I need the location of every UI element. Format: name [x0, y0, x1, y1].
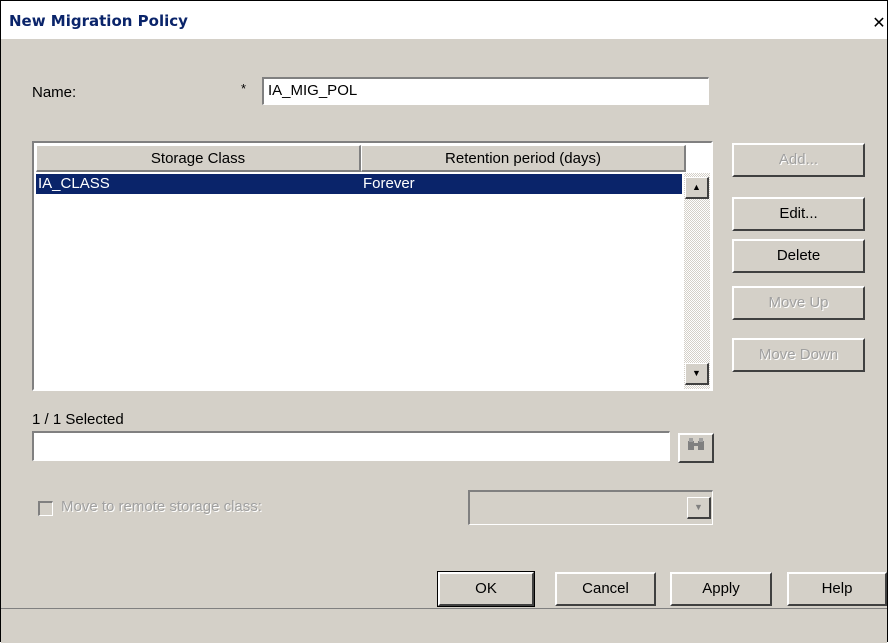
move-up-button[interactable]: Move Up	[732, 286, 865, 320]
remote-storage-checkbox[interactable]	[38, 501, 53, 516]
find-button[interactable]	[678, 433, 714, 463]
binoculars-icon	[687, 438, 705, 455]
column-header-retention[interactable]: Retention period (days)	[361, 145, 686, 172]
arrow-down-icon: ▼	[692, 368, 701, 378]
move-down-button[interactable]: Move Down	[732, 338, 865, 372]
close-icon[interactable]: ✕	[869, 14, 889, 32]
required-marker: *	[241, 81, 247, 96]
scroll-down-button[interactable]: ▼	[685, 363, 709, 385]
title-bar[interactable]: New Migration Policy ✕	[1, 1, 887, 40]
arrow-up-icon: ▲	[692, 182, 701, 192]
delete-button[interactable]: Delete	[732, 239, 865, 273]
remote-storage-label: Move to remote storage class:	[61, 498, 262, 515]
filter-input[interactable]	[32, 431, 670, 461]
combo-dropdown-button[interactable]: ▼	[687, 497, 711, 519]
status-bar	[1, 608, 887, 643]
storage-class-table[interactable]: Storage Class Retention period (days) IA…	[32, 141, 713, 391]
window-title: New Migration Policy	[9, 12, 188, 30]
ok-button[interactable]: OK	[437, 571, 535, 607]
scroll-up-button[interactable]: ▲	[685, 177, 709, 199]
migration-policy-dialog: New Migration Policy ✕ Name: * IA_MIG_PO…	[0, 0, 888, 643]
add-button[interactable]: Add...	[732, 143, 865, 177]
name-label: Name:	[32, 84, 77, 101]
apply-button[interactable]: Apply	[670, 572, 772, 606]
remote-storage-class-combo[interactable]: ▼	[468, 490, 713, 525]
retention-cell: Forever	[363, 175, 415, 192]
vertical-scrollbar[interactable]: ▲ ▼	[684, 173, 710, 389]
edit-button[interactable]: Edit...	[732, 197, 865, 231]
storage-class-cell: IA_CLASS	[38, 175, 110, 192]
help-button[interactable]: Help	[787, 572, 887, 606]
column-header-storage-class[interactable]: Storage Class	[36, 145, 361, 172]
selection-count: 1 / 1 Selected	[32, 411, 124, 428]
chevron-down-icon: ▼	[694, 502, 703, 512]
cancel-button[interactable]: Cancel	[555, 572, 656, 606]
name-input[interactable]: IA_MIG_POL	[262, 77, 709, 105]
table-row[interactable]: IA_CLASS Forever	[36, 174, 682, 194]
